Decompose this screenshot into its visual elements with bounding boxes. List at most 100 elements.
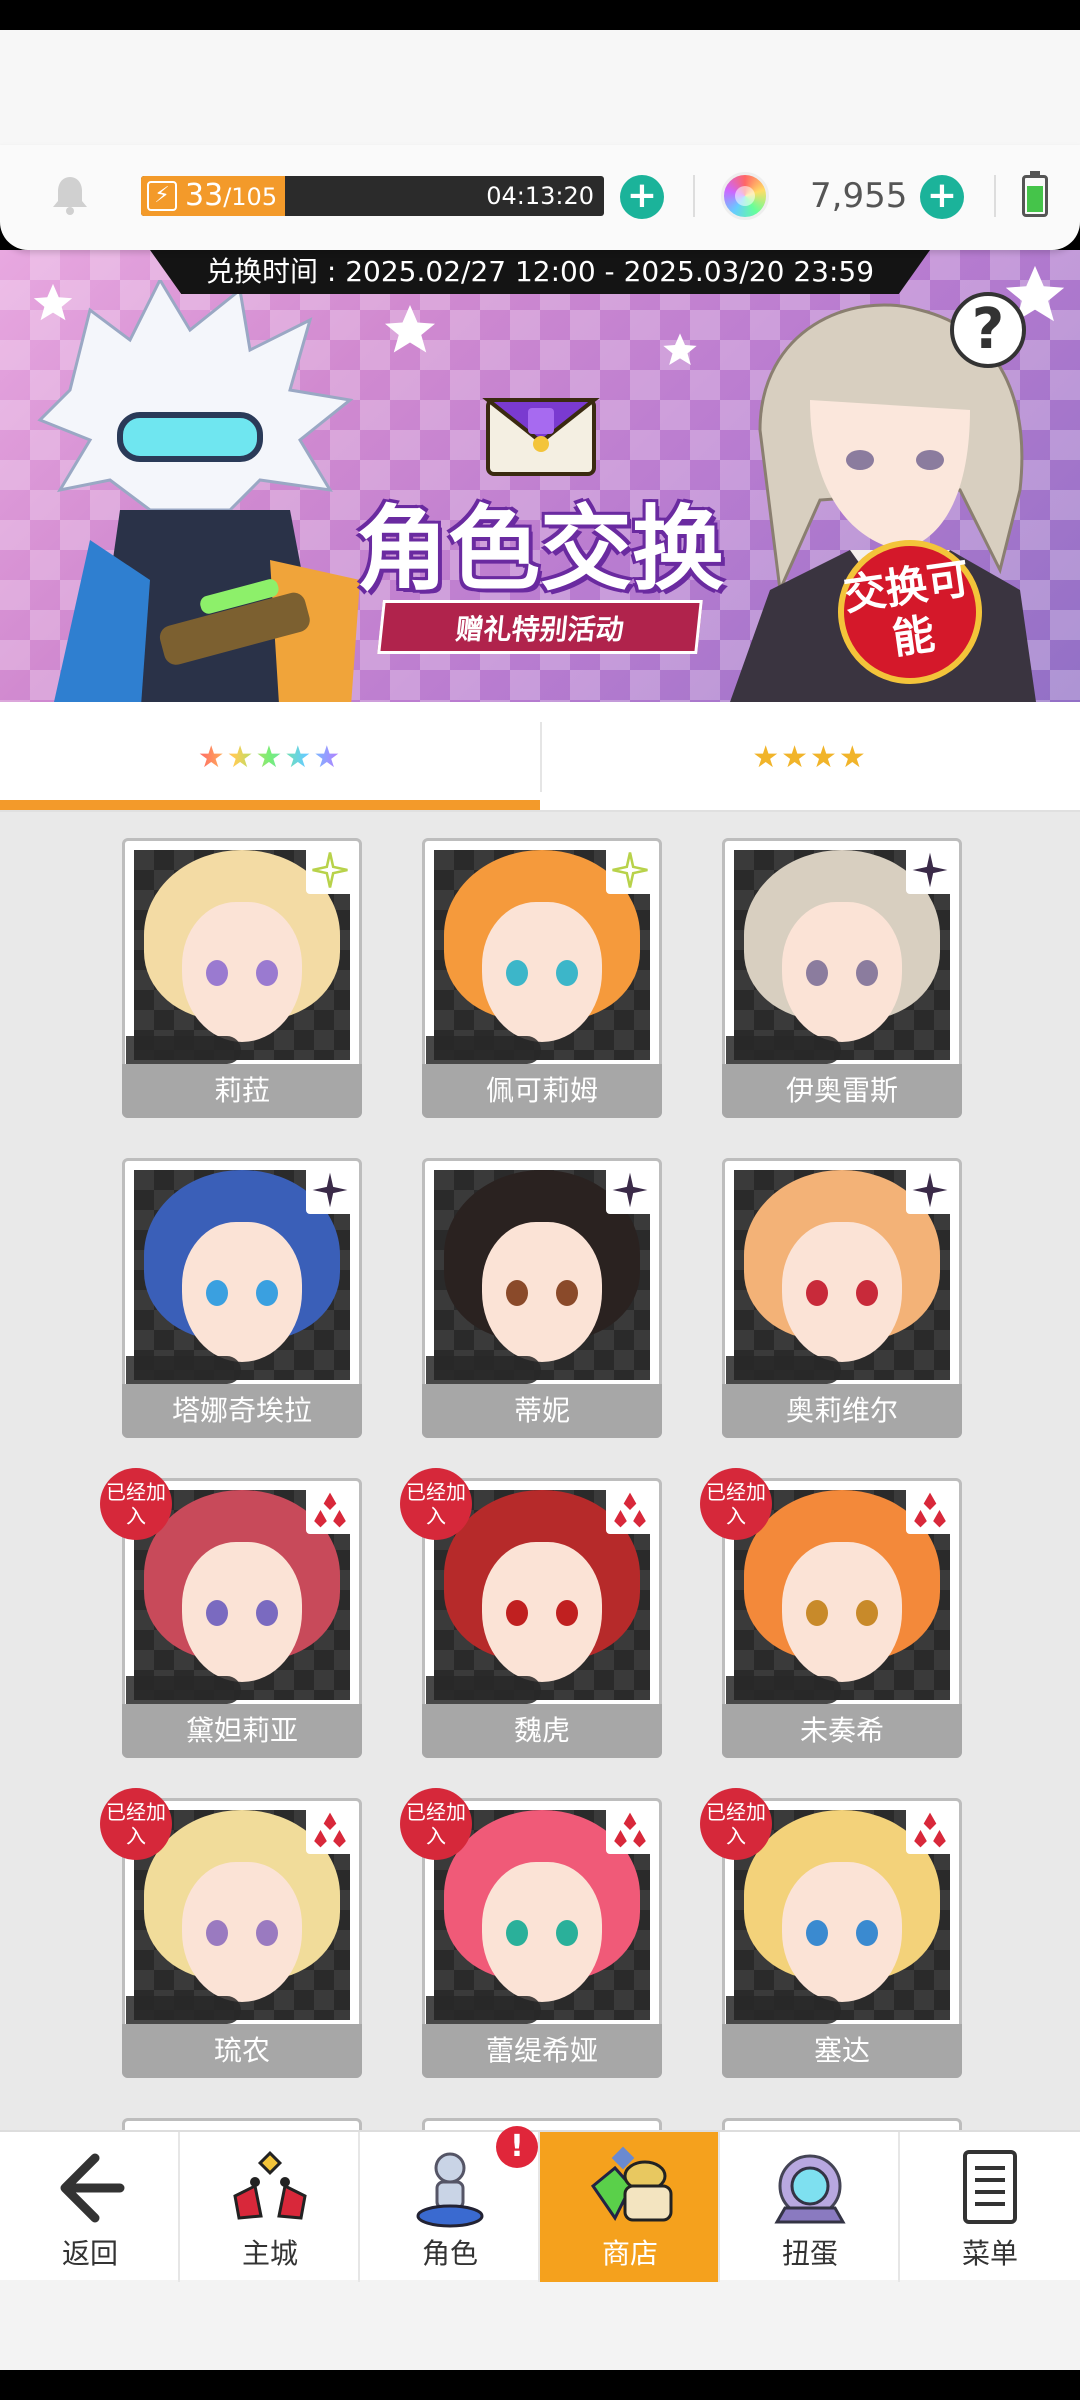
character-illustration-left [37, 280, 360, 702]
rarity-stars: ★★★★★ [126, 1996, 241, 2024]
character-card[interactable]: ★★★★★莉菈 [122, 838, 362, 1118]
portrait-eye [506, 1600, 528, 1626]
character-card[interactable]: ★★★★★琉农 已经加入 [100, 1788, 362, 2078]
nav-main-city[interactable]: 主城 [180, 2132, 360, 2282]
character-name: 黛妲莉亚 [122, 1704, 362, 1758]
portrait-face [182, 1222, 302, 1362]
character-grid: ★★★★★莉菈★★★★★佩可莉姆★★★★★伊奥雷斯★★★★★塔娜奇埃拉★★★★★… [0, 812, 1080, 2130]
fire-element-icon [306, 1806, 354, 1854]
tab-four-star[interactable]: ★★★★ [540, 702, 1080, 812]
divider [693, 175, 695, 217]
character-name: 未奏希 [722, 1704, 962, 1758]
character-card[interactable]: ★★★★★塔娜奇埃拉 [122, 1158, 362, 1438]
nav-label: 商店 [601, 2237, 658, 2270]
portrait-eye [556, 1280, 578, 1306]
portrait-face [182, 1862, 302, 2002]
stamina-bar: ⚡ 33/105 04:13:20 [141, 176, 604, 216]
character-card[interactable]: ★★★★★佩可莉姆 [422, 838, 662, 1118]
joined-badge: 已经加入 [700, 1788, 772, 1860]
portrait-eye [556, 960, 578, 986]
portrait-eye [806, 1600, 828, 1626]
character-card[interactable]: ★★★★★蒂妮 [422, 1158, 662, 1438]
portrait-eye [806, 960, 828, 986]
character-name: 伊奥雷斯 [722, 1064, 962, 1118]
character-card-partial[interactable] [122, 2118, 362, 2130]
gacha-icon [774, 2154, 846, 2224]
back-arrow-icon [60, 2153, 125, 2223]
character-name: 佩可莉姆 [422, 1064, 662, 1118]
portrait-face [782, 1222, 902, 1362]
system-status-bar [0, 0, 1080, 30]
nav-shop[interactable]: 商店 [540, 2132, 720, 2282]
portrait-face [482, 902, 602, 1042]
portrait-eye [256, 960, 278, 986]
portrait-eye [506, 1920, 528, 1946]
rarity-stars: ★★★★★ [726, 1036, 841, 1064]
portrait-eye [206, 1920, 228, 1946]
portrait-eye [256, 1600, 278, 1626]
lightning-icon: ⚡ [147, 181, 177, 211]
battery-icon [1022, 171, 1048, 217]
joined-badge: 已经加入 [100, 1788, 172, 1860]
portrait-eye [556, 1920, 578, 1946]
character-card[interactable]: ★★★★★黛妲莉亚 已经加入 [100, 1468, 362, 1758]
character-card[interactable]: ★★★★★伊奥雷斯 [722, 838, 962, 1118]
portrait-eye [506, 960, 528, 986]
character-card[interactable]: ★★★★★魏虎 已经加入 [400, 1468, 662, 1758]
character-name: 塞达 [722, 2024, 962, 2078]
nav-label: 菜单 [961, 2237, 1018, 2270]
portrait-face [482, 1862, 602, 2002]
menu-icon [963, 2150, 1017, 2224]
shop-icon [590, 2146, 673, 2222]
portrait-face [482, 1222, 602, 1362]
resource-bar: ⚡ 33/105 04:13:20 + 7,955 + [0, 145, 1080, 250]
envelope-icon [482, 398, 600, 476]
nav-label: 返回 [61, 2237, 118, 2270]
gem-count: 7,955 [810, 176, 908, 216]
fire-element-icon [906, 1806, 954, 1854]
nav-back[interactable]: 返回 [0, 2132, 180, 2282]
nav-bottom-spacer [0, 2280, 1080, 2370]
dark-element-icon [906, 846, 954, 894]
portrait-eye [806, 1280, 828, 1306]
portrait-eye [806, 1920, 828, 1946]
add-stamina-button[interactable]: + [620, 175, 664, 219]
nav-gacha[interactable]: 扭蛋 [720, 2132, 900, 2282]
card-frame [722, 2118, 962, 2130]
character-card-partial[interactable] [722, 2118, 962, 2130]
help-button[interactable]: ? [950, 292, 1026, 368]
character-card[interactable]: ★★★★★蕾缇希娅 已经加入 [400, 1788, 662, 2078]
portrait-eye [856, 1920, 878, 1946]
nav-label: 扭蛋 [781, 2237, 838, 2270]
portrait-eye [206, 960, 228, 986]
rarity-stars: ★★★★★ [126, 1356, 241, 1384]
character-card[interactable]: ★★★★★未奏希 已经加入 [700, 1468, 962, 1758]
character-name: 蒂妮 [422, 1384, 662, 1438]
portrait-face [182, 902, 302, 1042]
rarity-stars: ★★★★★ [426, 1996, 541, 2024]
card-frame [122, 2118, 362, 2130]
portrait-face [482, 1542, 602, 1682]
character-name: 蕾缇希娅 [422, 2024, 662, 2078]
stamina-value: 33/105 [185, 178, 278, 213]
character-card[interactable]: ★★★★★奥莉维尔 [722, 1158, 962, 1438]
character-name: 莉菈 [122, 1064, 362, 1118]
portrait-eye [256, 1280, 278, 1306]
add-gems-button[interactable]: + [920, 175, 964, 219]
bell-icon[interactable] [48, 173, 92, 217]
character-card-partial[interactable] [422, 2118, 662, 2130]
active-tab-indicator [0, 800, 540, 810]
joined-badge: 已经加入 [400, 1788, 472, 1860]
tab-five-star[interactable]: ★★★★★ [0, 702, 540, 812]
character-name: 魏虎 [422, 1704, 662, 1758]
portrait-face [782, 902, 902, 1042]
divider [994, 175, 996, 217]
nav-menu[interactable]: 菜单 [900, 2132, 1080, 2282]
fire-element-icon [606, 1806, 654, 1854]
character-card[interactable]: ★★★★★塞达 已经加入 [700, 1788, 962, 2078]
portrait-face [182, 1542, 302, 1682]
rarity-stars: ★★★★★ [126, 1036, 241, 1064]
portrait-eye [856, 960, 878, 986]
five-star-label: ★★★★★ [197, 739, 343, 775]
nav-label: 角色 [421, 2237, 478, 2270]
